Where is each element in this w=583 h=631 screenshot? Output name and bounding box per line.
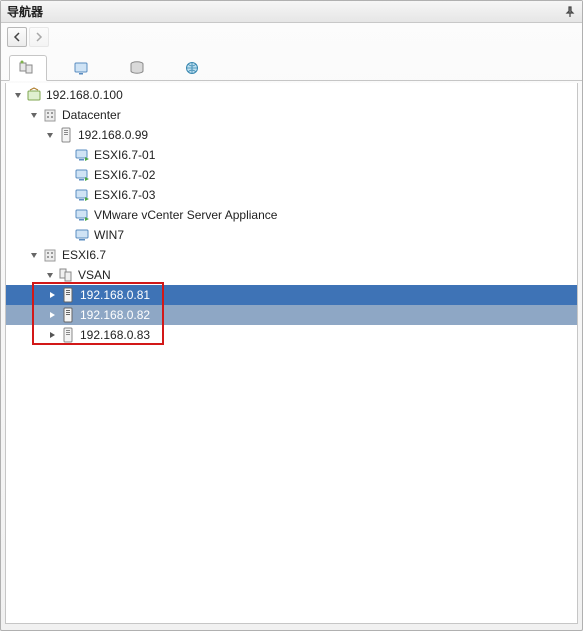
back-button[interactable] [7, 27, 27, 47]
tree-label: 192.168.0.99 [78, 128, 148, 142]
tree-node-vm[interactable]: ESXI6.7-03 [6, 185, 577, 205]
tree-label: WIN7 [94, 228, 124, 242]
collapse-icon[interactable] [28, 109, 40, 121]
expand-icon[interactable] [46, 289, 58, 301]
host-icon [60, 287, 76, 303]
inventory-tabs [1, 51, 582, 81]
collapse-icon[interactable] [44, 129, 56, 141]
navigator-panel: 导航器 [0, 0, 583, 631]
tree-node-vm[interactable]: ESXI6.7-01 [6, 145, 577, 165]
tree-label: Datacenter [62, 108, 121, 122]
tree-node-host[interactable]: 192.168.0.81 [6, 285, 577, 305]
tab-vms-templates[interactable] [64, 55, 102, 81]
tree-node-host[interactable]: 192.168.0.99 [6, 125, 577, 145]
datacenter-icon [42, 247, 58, 263]
hosts-clusters-icon [18, 60, 34, 76]
tree-container: 192.168.0.100 Datacenter [5, 83, 578, 624]
expand-icon[interactable] [46, 309, 58, 321]
tree-node-vm[interactable]: WIN7 [6, 225, 577, 245]
history-nav [1, 23, 582, 51]
tab-storage[interactable] [120, 55, 158, 81]
tree-label: 192.168.0.81 [80, 288, 150, 302]
inventory-tree: 192.168.0.100 Datacenter [6, 83, 577, 345]
tree-label: 192.168.0.83 [80, 328, 150, 342]
tab-networking[interactable] [175, 55, 213, 81]
vm-running-icon [74, 147, 90, 163]
host-icon [58, 127, 74, 143]
vms-templates-icon [73, 60, 89, 76]
tree-node-vcenter[interactable]: 192.168.0.100 [6, 85, 577, 105]
tree-label: ESXI6.7-03 [94, 188, 155, 202]
tree-label: ESXI6.7-02 [94, 168, 155, 182]
tree-label: ESXI6.7-01 [94, 148, 155, 162]
tree-node-host[interactable]: 192.168.0.82 [6, 305, 577, 325]
vcenter-icon [26, 87, 42, 103]
tree-node-vm[interactable]: ESXI6.7-02 [6, 165, 577, 185]
tree-node-host[interactable]: 192.168.0.83 [6, 325, 577, 345]
tab-hosts-clusters[interactable] [9, 55, 47, 81]
vm-running-icon [74, 207, 90, 223]
storage-icon [129, 60, 145, 76]
vm-icon [74, 227, 90, 243]
tree-label: 192.168.0.100 [46, 88, 123, 102]
host-icon [60, 327, 76, 343]
tree-node-cluster[interactable]: VSAN [6, 265, 577, 285]
vm-running-icon [74, 187, 90, 203]
panel-title: 导航器 [7, 3, 43, 20]
pin-icon[interactable] [564, 6, 576, 18]
tree-label: 192.168.0.82 [80, 308, 150, 322]
tree-label: VMware vCenter Server Appliance [94, 208, 277, 222]
cluster-icon [58, 267, 74, 283]
networking-icon [184, 60, 200, 76]
panel-header: 导航器 [1, 1, 582, 23]
tree-node-datacenter[interactable]: ESXI6.7 [6, 245, 577, 265]
tree-label: VSAN [78, 268, 111, 282]
collapse-icon[interactable] [12, 89, 24, 101]
tree-label: ESXI6.7 [62, 248, 106, 262]
vm-running-icon [74, 167, 90, 183]
collapse-icon[interactable] [28, 249, 40, 261]
tree-node-datacenter[interactable]: Datacenter [6, 105, 577, 125]
tree-node-vm[interactable]: VMware vCenter Server Appliance [6, 205, 577, 225]
expand-icon[interactable] [46, 329, 58, 341]
datacenter-icon [42, 107, 58, 123]
host-icon [60, 307, 76, 323]
forward-button[interactable] [29, 27, 49, 47]
collapse-icon[interactable] [44, 269, 56, 281]
